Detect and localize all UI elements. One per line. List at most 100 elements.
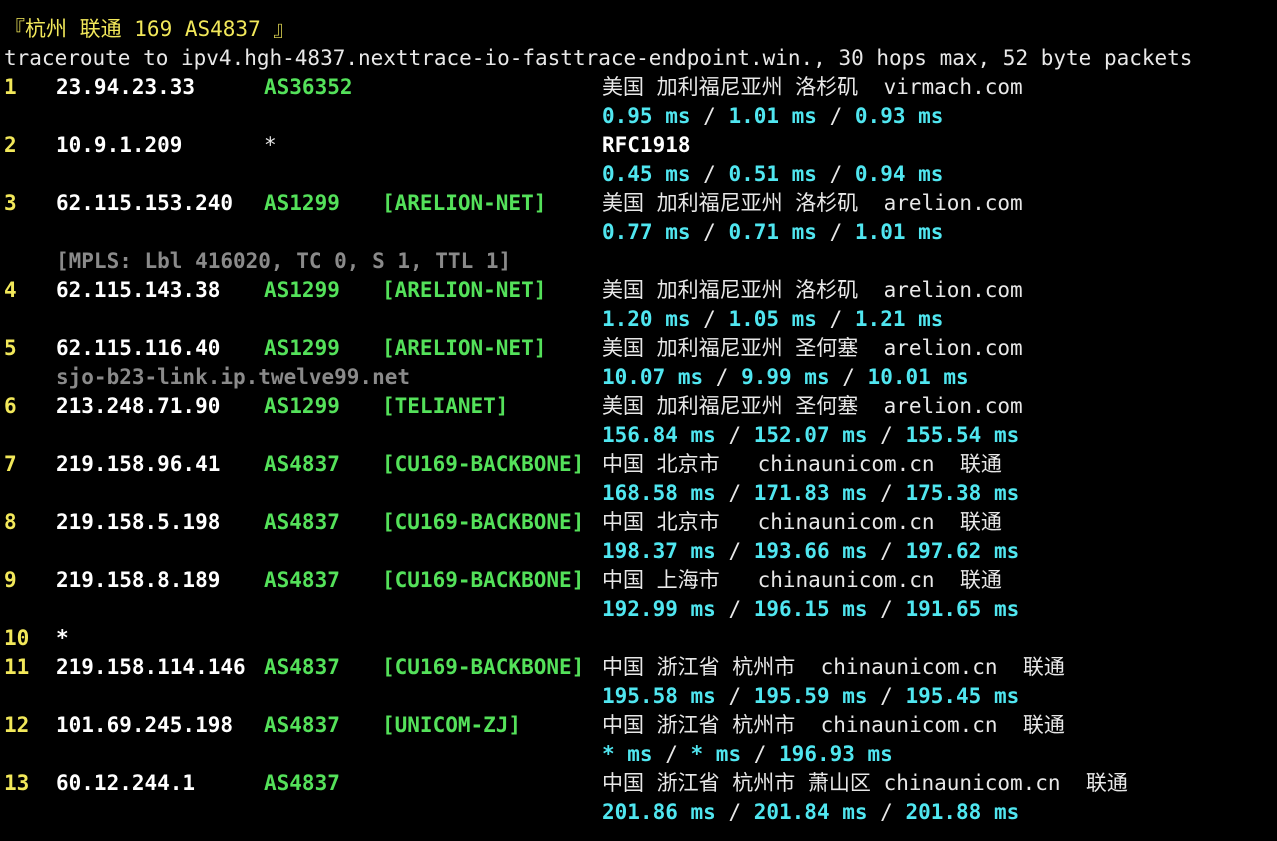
latency-separator: / [867,423,906,447]
latency-separator: / [867,684,906,708]
command-line: traceroute to ipv4.hgh-4837.nexttrace-io… [4,46,1193,70]
hop-ip: 219.158.114.146 [56,655,246,679]
latency-values: 156.84 ms / 152.07 ms / 155.54 ms [602,421,1019,450]
latency-values: 195.58 ms / 195.59 ms / 195.45 ms [602,682,1019,711]
latency-separator: / [690,307,729,331]
hop-network-name: [CU169-BACKBONE] [382,655,585,679]
hop-asn: AS1299 [264,278,340,302]
hop-asn: AS4837 [264,510,340,534]
hop-number: 13 [4,771,30,795]
latency-separator: / [690,162,729,186]
latency-value: 201.88 ms [905,800,1020,824]
hop-ip: 219.158.8.189 [56,568,221,592]
latency-value: 196.93 ms [779,742,893,766]
hop-asn: AS1299 [264,394,340,418]
latency-value: 0.45 ms [602,162,691,186]
hop-number: 2 [4,133,17,157]
latency-separator: / [816,162,855,186]
hop-geolocation: 美国 加利福尼亚州 圣何塞 arelion.com [602,336,1023,360]
hop-ip: * [56,626,69,650]
latency-value: 1.05 ms [728,307,817,331]
latency-separator: / [741,742,780,766]
latency-value: 201.86 ms [602,800,716,824]
latency-value: 156.84 ms [602,423,716,447]
hop-ip: 213.248.71.90 [56,394,221,418]
latency-separator: / [816,307,855,331]
hop-hostname: sjo-b23-link.ip.twelve99.net [56,365,411,389]
latency-value: 1.01 ms [854,220,944,244]
hop-ip: 23.94.23.33 [56,75,196,99]
hop-asn: AS4837 [264,713,340,737]
latency-separator: / [816,104,855,128]
latency-separator: / [715,481,754,505]
latency-separator: / [816,220,855,244]
latency-separator: / [867,597,906,621]
latency-separator: / [867,539,906,563]
latency-value: 10.07 ms [602,365,704,389]
latency-separator: / [867,800,906,824]
latency-separator: / [652,742,691,766]
mpls-label: [MPLS: Lbl 416020, TC 0, S 1, TTL 1] [56,249,512,273]
hop-asn: AS4837 [264,655,340,679]
hop-asn: AS4837 [264,568,340,592]
latency-value: 1.21 ms [854,307,944,331]
latency-value: 196.15 ms [753,597,868,621]
hop-ip: 10.9.1.209 [56,133,183,157]
latency-value: 195.59 ms [753,684,868,708]
hop-ip: 101.69.245.198 [56,713,234,737]
latency-separator: / [703,365,742,389]
latency-values: 168.58 ms / 171.83 ms / 175.38 ms [602,479,1019,508]
hop-ip: 219.158.96.41 [56,452,221,476]
latency-separator: / [715,684,754,708]
hop-geolocation: 中国 浙江省 杭州市 chinaunicom.cn 联通 [602,713,1065,737]
hop-number: 9 [4,568,17,592]
hop-number: 12 [4,713,30,737]
latency-separator: / [715,597,754,621]
latency-value: 9.99 ms [741,365,830,389]
hop-network-name: [ARELION-NET] [382,278,547,302]
hop-network-name: [CU169-BACKBONE] [382,452,585,476]
hop-network-name: [CU169-BACKBONE] [382,568,585,592]
hop-geolocation: 美国 加利福尼亚州 洛杉矶 arelion.com [602,191,1023,215]
latency-values: 1.20 ms / 1.05 ms / 1.21 ms [602,305,943,334]
latency-value: 192.99 ms [602,597,716,621]
hop-number: 1 [4,75,17,99]
latency-value: 197.62 ms [905,539,1020,563]
latency-value: 168.58 ms [602,481,716,505]
hop-geolocation: 美国 加利福尼亚州 洛杉矶 virmach.com [602,75,1023,99]
hop-geolocation: RFC1918 [602,133,691,157]
hop-ip: 219.158.5.198 [56,510,221,534]
latency-value: * ms [602,742,653,766]
latency-value: 152.07 ms [753,423,868,447]
latency-values: 10.07 ms / 9.99 ms / 10.01 ms [602,363,969,392]
latency-values: 0.45 ms / 0.51 ms / 0.94 ms [602,160,943,189]
hop-geolocation: 中国 北京市 chinaunicom.cn 联通 [602,510,1002,534]
latency-values: * ms / * ms / 196.93 ms [602,740,893,769]
latency-values: 0.95 ms / 1.01 ms / 0.93 ms [602,102,943,131]
latency-value: 1.20 ms [602,307,691,331]
latency-value: 191.65 ms [905,597,1020,621]
hop-geolocation: 中国 浙江省 杭州市 萧山区 chinaunicom.cn 联通 [602,771,1128,795]
latency-separator: / [829,365,868,389]
hop-asn: AS1299 [264,336,340,360]
hop-network-name: [ARELION-NET] [382,191,547,215]
latency-value: 201.84 ms [753,800,868,824]
hop-number: 8 [4,510,17,534]
terminal-window: { "header": { "title": "『杭州 联通 169 AS483… [0,0,1277,841]
latency-value: 171.83 ms [753,481,868,505]
hop-asn: AS1299 [264,191,340,215]
hop-number: 4 [4,278,17,302]
latency-separator: / [715,800,754,824]
latency-separator: / [690,104,729,128]
latency-values: 192.99 ms / 196.15 ms / 191.65 ms [602,595,1019,624]
latency-value: * ms [690,742,742,766]
latency-value: 193.66 ms [753,539,868,563]
hop-geolocation: 中国 北京市 chinaunicom.cn 联通 [602,452,1002,476]
latency-values: 201.86 ms / 201.84 ms / 201.88 ms [602,798,1019,827]
hop-geolocation: 中国 上海市 chinaunicom.cn 联通 [602,568,1002,592]
hop-ip: 62.115.116.40 [56,336,221,360]
hop-ip: 60.12.244.1 [56,771,196,795]
hop-network-name: [UNICOM-ZJ] [382,713,522,737]
latency-values: 0.77 ms / 0.71 ms / 1.01 ms [602,218,943,247]
hop-ip: 62.115.153.240 [56,191,234,215]
